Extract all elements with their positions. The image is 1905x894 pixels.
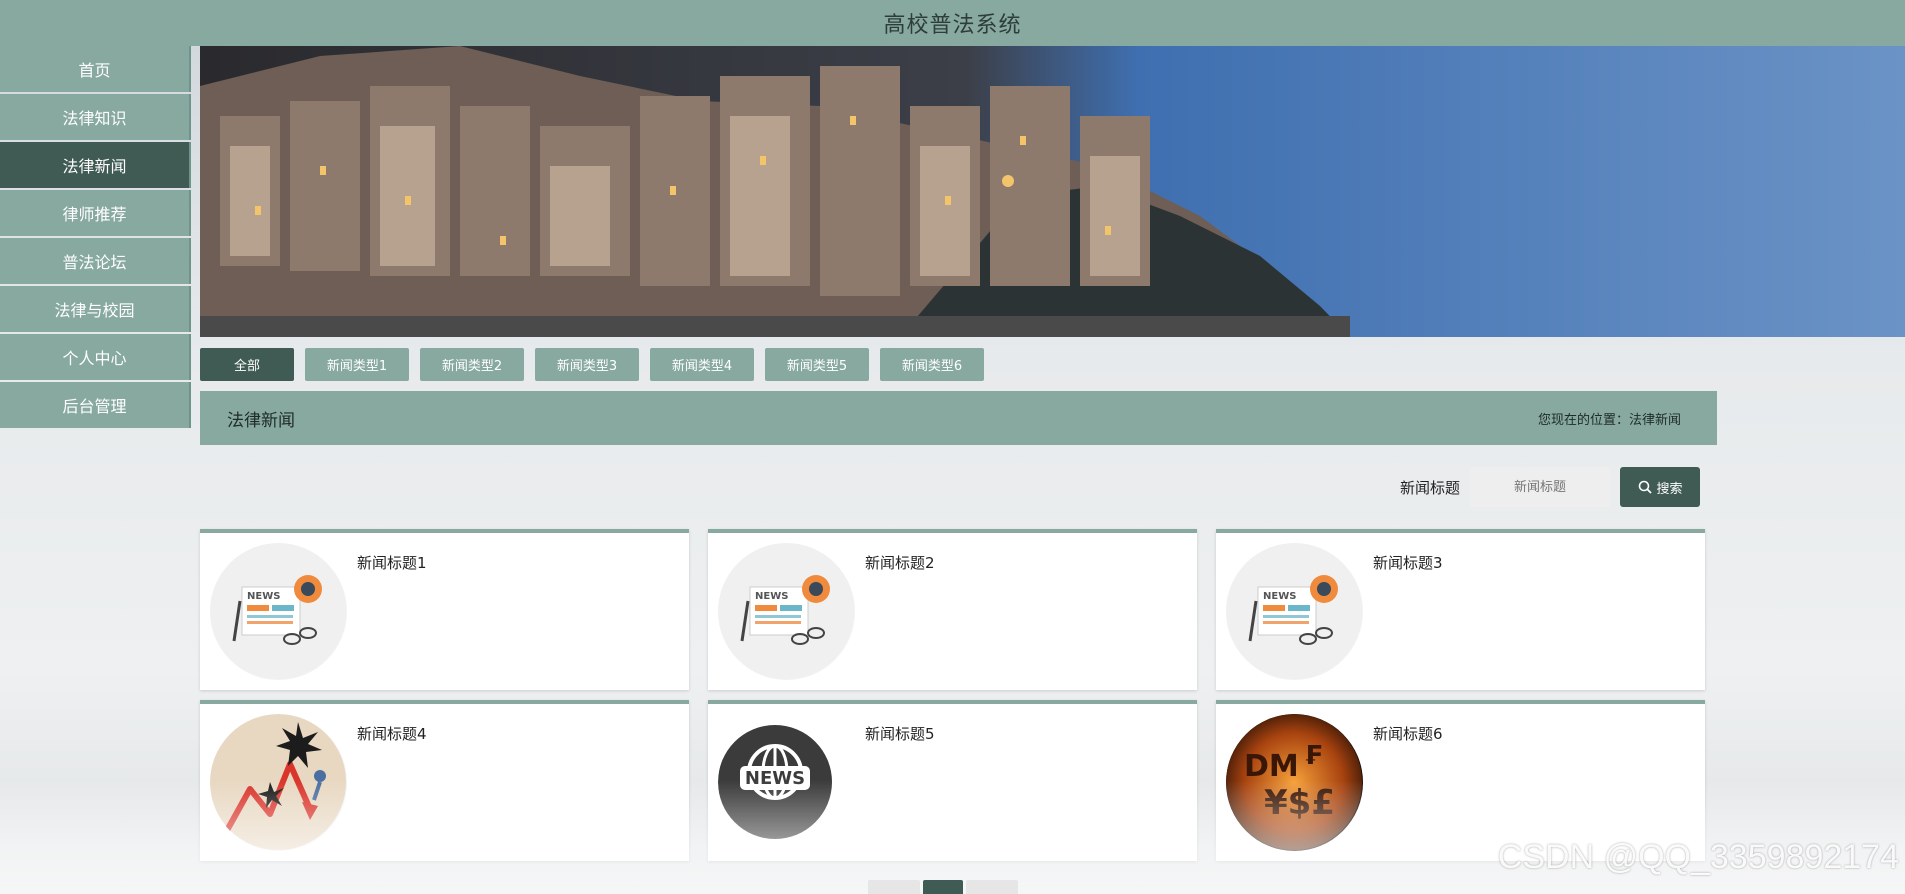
news-card-title: 新闻标题3 (1373, 554, 1443, 572)
newspaper-icon: NEWS (718, 543, 855, 680)
news-card[interactable]: NEWS 新闻标题5 (708, 700, 1197, 861)
news-card[interactable]: 新闻标题4 (200, 700, 689, 861)
search-button-label: 搜索 (1656, 481, 1683, 497)
news-type-tabs: 全部 新闻类型1 新闻类型2 新闻类型3 新闻类型4 新闻类型5 新闻类型6 (200, 348, 995, 381)
svg-text:NEWS: NEWS (247, 591, 280, 602)
sidebar-item-admin[interactable]: 后台管理 (0, 382, 191, 428)
sidebar-item-legal-news[interactable]: 法律新闻 (0, 142, 191, 188)
sidebar-item-law-campus[interactable]: 法律与校园 (0, 286, 191, 332)
newspaper-icon: NEWS (1226, 543, 1363, 680)
sidebar-item-lawyer-recommend[interactable]: 律师推荐 (0, 190, 191, 236)
svg-text:NEWS: NEWS (1263, 591, 1296, 602)
news-card-title: 新闻标题1 (357, 554, 427, 572)
market-crash-illustration (210, 714, 347, 851)
svg-text:DM: DM (1244, 749, 1299, 784)
top-header: 高校普法系统 (0, 0, 1905, 46)
sidebar-item-personal-center[interactable]: 个人中心 (0, 334, 191, 380)
tab-news-type-1[interactable]: 新闻类型1 (305, 348, 409, 381)
page-current[interactable] (923, 880, 963, 894)
news-card-title: 新闻标题5 (865, 725, 935, 743)
news-card[interactable]: NEWS 新闻标题1 (200, 529, 689, 690)
tab-news-type-2[interactable]: 新闻类型2 (420, 348, 524, 381)
search-icon (1638, 480, 1652, 494)
news-card-grid: NEWS 新闻标题1 NEWS 新闻标题2 NEWS 新闻标题3 新闻标题4 N… (200, 529, 1708, 861)
news-card[interactable]: DM ¥$£ ₣ 新闻标题6 (1216, 700, 1705, 861)
sidebar-nav: 首页 法律知识 法律新闻 律师推荐 普法论坛 法律与校园 个人中心 后台管理 (0, 46, 191, 430)
tab-news-type-4[interactable]: 新闻类型4 (650, 348, 754, 381)
search-button[interactable]: 搜索 (1620, 467, 1701, 507)
search-label: 新闻标题 (1400, 478, 1461, 497)
svg-text:₣: ₣ (1304, 741, 1322, 771)
currency-symbols-fire: DM ¥$£ ₣ (1226, 714, 1363, 851)
watermark: CSDN @QQ_3359892174 (1497, 838, 1899, 876)
search-input[interactable] (1470, 467, 1611, 507)
page-next-button[interactable] (966, 880, 1018, 894)
newspaper-icon: NEWS (210, 543, 347, 680)
sidebar-item-home[interactable]: 首页 (0, 46, 191, 92)
breadcrumb: 您现在的位置：法律新闻 (1537, 412, 1681, 428)
tab-all[interactable]: 全部 (200, 348, 294, 381)
pagination (868, 880, 1021, 894)
tab-news-type-5[interactable]: 新闻类型5 (765, 348, 869, 381)
banner-image (200, 46, 1905, 337)
svg-text:¥$£: ¥$£ (1264, 783, 1335, 823)
page-prev-button[interactable] (868, 880, 920, 894)
app-title: 高校普法系统 (883, 13, 1022, 38)
news-card-title: 新闻标题4 (357, 725, 427, 743)
news-card-title: 新闻标题2 (865, 554, 935, 572)
news-card[interactable]: NEWS 新闻标题2 (708, 529, 1197, 690)
sidebar-item-legal-knowledge[interactable]: 法律知识 (0, 94, 191, 140)
banner-scene (200, 46, 1905, 337)
section-header: 法律新闻 您现在的位置：法律新闻 (200, 391, 1717, 445)
svg-text:NEWS: NEWS (745, 768, 805, 789)
news-globe-badge: NEWS (718, 714, 855, 851)
section-title: 法律新闻 (227, 410, 295, 431)
news-card-title: 新闻标题6 (1373, 725, 1443, 743)
search-bar: 新闻标题 搜索 (1400, 467, 1701, 507)
svg-text:NEWS: NEWS (755, 591, 788, 602)
tab-news-type-3[interactable]: 新闻类型3 (535, 348, 639, 381)
news-card[interactable]: NEWS 新闻标题3 (1216, 529, 1705, 690)
tab-news-type-6[interactable]: 新闻类型6 (880, 348, 984, 381)
sidebar-item-forum[interactable]: 普法论坛 (0, 238, 191, 284)
